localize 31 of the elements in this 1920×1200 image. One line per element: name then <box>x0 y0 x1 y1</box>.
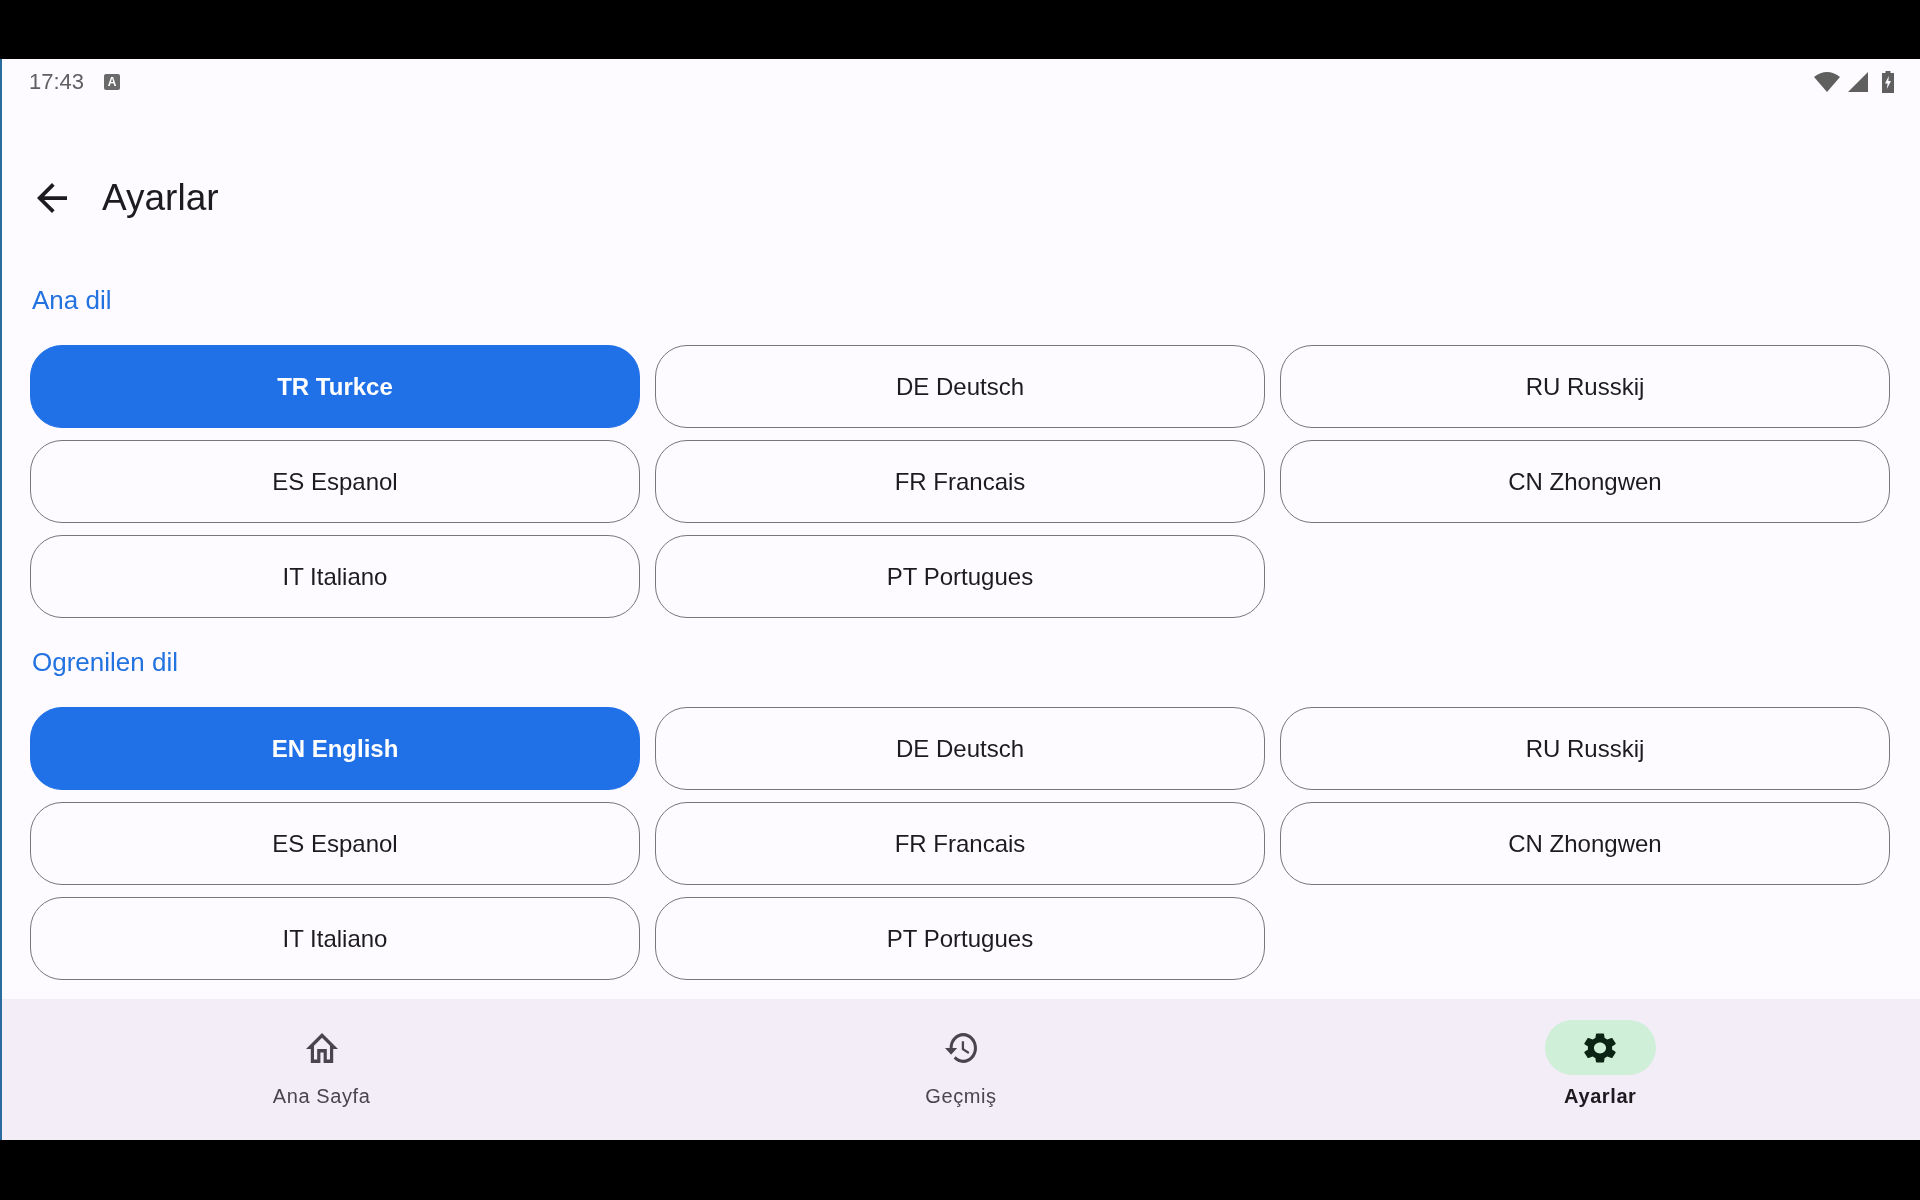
battery-charging-icon <box>1882 71 1894 93</box>
language-option[interactable]: CN Zhongwen <box>1280 802 1890 885</box>
section-heading: Ogrenilen dil <box>32 647 178 677</box>
back-arrow-icon[interactable] <box>37 183 67 213</box>
language-option[interactable]: FR Francais <box>655 802 1265 885</box>
wifi-icon <box>1814 72 1840 92</box>
status-time: 17:43 <box>29 69 85 95</box>
language-option[interactable]: RU Russkij <box>1280 707 1890 790</box>
section-heading: Ana dil <box>32 285 112 315</box>
language-option[interactable]: DE Deutsch <box>655 345 1265 428</box>
language-option[interactable]: PT Portugues <box>655 897 1265 980</box>
page-title: Ayarlar <box>102 176 219 220</box>
language-option[interactable]: IT Italiano <box>30 535 640 618</box>
history-icon <box>945 1032 977 1063</box>
settings-icon <box>1584 1032 1617 1063</box>
language-option[interactable]: DE Deutsch <box>655 707 1265 790</box>
language-option[interactable]: TR Turkce <box>30 345 640 428</box>
home-icon <box>305 1032 338 1063</box>
notification-icon: A <box>104 74 121 90</box>
language-option[interactable]: ES Espanol <box>30 802 640 885</box>
language-option[interactable]: PT Portugues <box>655 535 1265 618</box>
language-option[interactable]: EN English <box>30 707 640 790</box>
language-option[interactable]: CN Zhongwen <box>1280 440 1890 523</box>
signal-icon <box>1848 72 1868 92</box>
nav-tab[interactable]: Ana Sayfa <box>266 999 378 1108</box>
nav-tab[interactable]: Geçmiş <box>905 999 1017 1108</box>
language-option[interactable]: FR Francais <box>655 440 1265 523</box>
language-option[interactable]: ES Espanol <box>30 440 640 523</box>
language-option[interactable]: IT Italiano <box>30 897 640 980</box>
language-option[interactable]: RU Russkij <box>1280 345 1890 428</box>
nav-tab[interactable]: Ayarlar <box>1544 999 1656 1108</box>
